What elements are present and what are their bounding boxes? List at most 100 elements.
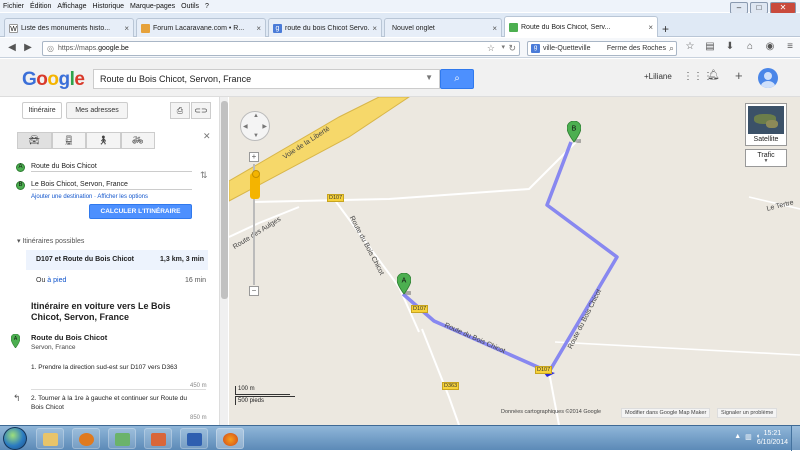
close-tab-icon[interactable]: × xyxy=(124,24,129,33)
pegman-icon[interactable] xyxy=(250,170,260,199)
user-name-link[interactable]: +Liliane xyxy=(644,72,672,81)
map-marker-a-icon[interactable]: A xyxy=(397,273,411,295)
add-destination-link[interactable]: Ajouter une destination xyxy=(31,194,92,200)
taskbar-media[interactable] xyxy=(72,428,100,449)
search-query: Route du Bois Chicot, Servon, France xyxy=(100,74,252,84)
waypoint-to: B Le Bois Chicot, Servon, France xyxy=(16,178,192,192)
google-logo[interactable]: Google xyxy=(22,69,85,91)
avatar[interactable] xyxy=(758,68,778,88)
pan-control[interactable]: ▲ ▼ ◀ ▶ xyxy=(240,111,270,141)
back-icon[interactable]: ◀ xyxy=(4,40,20,56)
tab-new[interactable]: Nouvel onglet × xyxy=(384,18,502,37)
close-tab-icon[interactable]: × xyxy=(372,24,377,33)
step-2-distance: 850 m xyxy=(190,415,207,421)
taskbar-recycle[interactable] xyxy=(108,428,136,449)
taskbar-mail[interactable] xyxy=(144,428,172,449)
itinerary-tab[interactable]: Itinéraire xyxy=(22,102,62,119)
logo-letter: G xyxy=(22,69,37,90)
menu-edition[interactable]: Édition xyxy=(27,3,54,10)
modify-map-maker-link[interactable]: Modifier dans Google Map Maker xyxy=(621,408,711,418)
satellite-thumbnail xyxy=(748,106,784,134)
pan-up-icon[interactable]: ▲ xyxy=(253,113,259,119)
tray-up-icon[interactable]: ▲ xyxy=(734,433,741,441)
bookmarks-star-icon[interactable]: ☆ xyxy=(683,41,697,52)
traffic-toggle[interactable]: Trafic ▼ xyxy=(745,149,787,167)
routes-header[interactable]: ▾ Itinéraires possibles xyxy=(17,237,84,245)
map-roads xyxy=(229,97,800,425)
to-input[interactable]: Le Bois Chicot, Servon, France xyxy=(31,181,192,190)
car-mode-icon[interactable]: 🚘︎ xyxy=(17,132,52,149)
reload-icon[interactable]: ↻ xyxy=(508,43,516,54)
dropdown-icon[interactable]: ▾ xyxy=(501,43,505,51)
satellite-toggle[interactable]: Satellite xyxy=(745,103,787,146)
swap-icon[interactable]: ⇅ xyxy=(200,170,208,181)
share-plus-icon[interactable]: + xyxy=(735,68,743,83)
network-icon[interactable]: ▥ xyxy=(745,433,752,441)
walk-link[interactable]: à pied xyxy=(47,277,66,284)
walk-mode-icon[interactable]: 🚶︎ xyxy=(86,132,121,149)
scrollbar-thumb[interactable] xyxy=(221,101,228,299)
zoom-in-button[interactable]: + xyxy=(249,152,259,162)
tab-maps-active[interactable]: Route du Bois Chicot, Serv... × xyxy=(504,16,658,37)
start-name: Route du Bois Chicot xyxy=(31,333,108,342)
show-desktop-button[interactable] xyxy=(791,426,800,451)
print-icon[interactable]: ⎙ xyxy=(170,102,190,119)
step-2[interactable]: 2. Tourner à la 1re à gauche et continue… xyxy=(31,394,191,412)
link-icon[interactable]: ⊂⊃ xyxy=(191,102,211,119)
report-problem-link[interactable]: Signaler un problème xyxy=(717,408,778,418)
map-marker-b-icon[interactable]: B xyxy=(567,121,581,143)
pan-right-icon[interactable]: ▶ xyxy=(262,123,267,130)
map-canvas[interactable]: Voie de la Liberté D107 Route des Aulges… xyxy=(229,97,800,425)
menu-help[interactable]: ? xyxy=(202,3,212,10)
menu-marque-pages[interactable]: Marque-pages xyxy=(127,3,178,10)
show-options-link[interactable]: Afficher les options xyxy=(97,194,148,200)
chevron-down-icon[interactable]: ▼ xyxy=(425,73,433,82)
step-1[interactable]: 1. Prendre la direction sud-est sur D107… xyxy=(31,363,191,372)
tab-monuments[interactable]: W Liste des monuments histo... × xyxy=(4,18,134,37)
svg-text:A: A xyxy=(402,278,407,285)
search-value: ville-Quetteville xyxy=(543,45,591,52)
clock[interactable]: 15:21 6/10/2014 xyxy=(757,429,788,447)
tab-google-search[interactable]: g route du bois Chicot Servo... × xyxy=(268,18,382,37)
start-marker-icon: A xyxy=(11,334,20,348)
search-icon: ⌕ xyxy=(454,73,460,84)
menu-affichage[interactable]: Affichage xyxy=(54,3,89,10)
home-icon[interactable]: ⌂ xyxy=(743,41,757,52)
maps-icon xyxy=(509,22,518,32)
notification-bell-icon[interactable]: 🔔︎ xyxy=(707,70,720,81)
zoom-out-button[interactable]: − xyxy=(249,286,259,296)
reading-list-icon[interactable]: ▤ xyxy=(703,41,717,52)
search-button[interactable]: ⌕ xyxy=(440,69,474,89)
calculate-route-button[interactable]: CALCULER L'ITINÉRAIRE xyxy=(89,204,192,219)
close-icon[interactable]: ✕ xyxy=(203,131,211,142)
route-option[interactable]: D107 et Route du Bois Chicot 1,3 km, 3 m… xyxy=(26,250,208,270)
tab-forum[interactable]: Forum Lacaravane.com • R... × xyxy=(136,18,266,37)
close-tab-icon[interactable]: × xyxy=(648,23,653,32)
menu-fichier[interactable]: Fichier xyxy=(0,3,27,10)
menu-historique[interactable]: Historique xyxy=(89,3,127,10)
taskbar-firefox[interactable] xyxy=(216,428,244,449)
taskbar-word[interactable] xyxy=(180,428,208,449)
my-addresses-tab[interactable]: Mes adresses xyxy=(66,102,128,119)
menu-hamburger-icon[interactable]: ≡ xyxy=(783,41,797,52)
star-icon[interactable]: ☆ xyxy=(487,43,495,54)
search-icon[interactable]: ⌕ xyxy=(669,43,676,54)
transit-mode-icon[interactable]: 🚆︎ xyxy=(51,132,86,149)
pan-left-icon[interactable]: ◀ xyxy=(243,123,248,130)
menu-outils[interactable]: Outils xyxy=(178,3,202,10)
bike-mode-icon[interactable]: 🚲︎ xyxy=(120,132,155,149)
pan-down-icon[interactable]: ▼ xyxy=(253,133,259,139)
new-tab-icon[interactable]: + xyxy=(662,22,669,36)
maps-search-input[interactable]: Route du Bois Chicot, Servon, France ▼ xyxy=(93,69,440,89)
close-tab-icon[interactable]: × xyxy=(492,24,497,33)
search-bar[interactable]: g ville-Quetteville Ferme des Roches ⌕ xyxy=(527,41,677,56)
panel-scrollbar[interactable] xyxy=(219,97,228,425)
forward-icon[interactable]: ▶ xyxy=(20,40,36,56)
start-button[interactable] xyxy=(3,427,27,450)
url-bar[interactable]: ◎ https://maps.google.be ☆ ▾ ↻ xyxy=(42,41,520,56)
from-input[interactable]: Route du Bois Chicot xyxy=(31,163,192,172)
close-tab-icon[interactable]: × xyxy=(256,24,261,33)
search-engine-icon[interactable]: g xyxy=(531,44,540,53)
download-icon[interactable]: ⬇ xyxy=(723,41,737,52)
extension-icon[interactable]: ◉ xyxy=(763,41,777,52)
